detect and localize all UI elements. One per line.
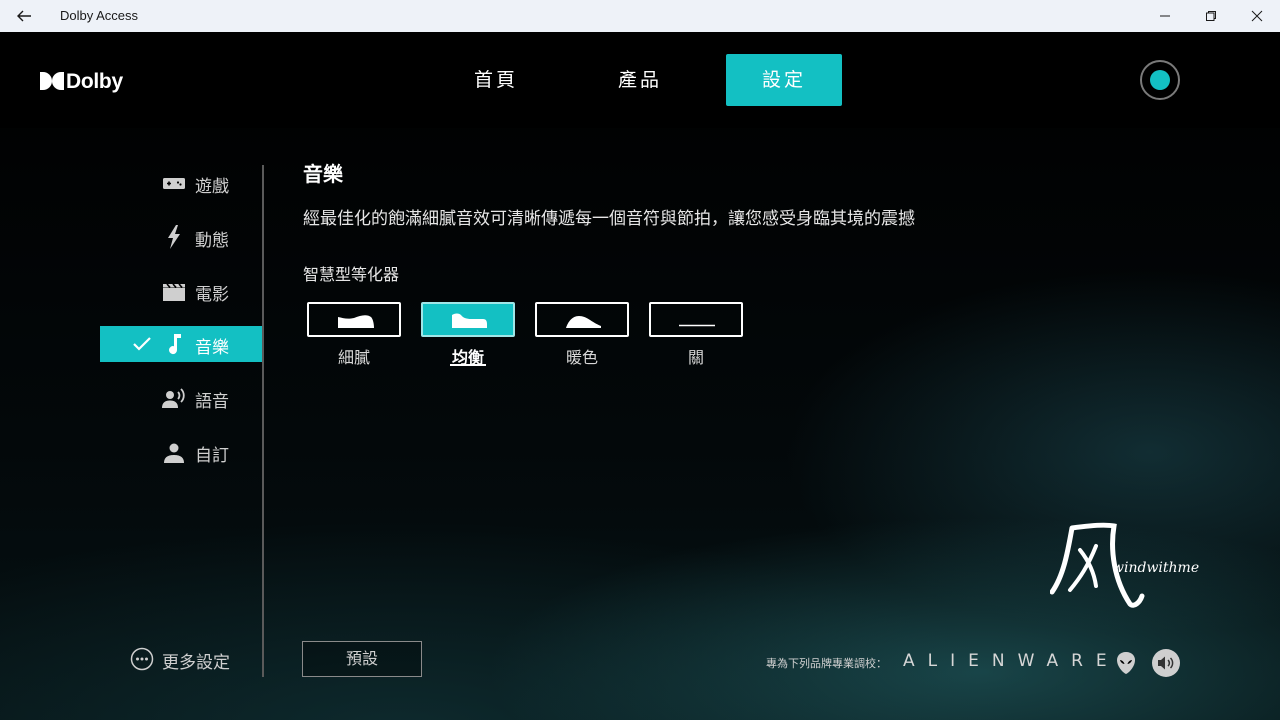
eq-option-balanced[interactable]: 均衡 [421, 302, 515, 382]
page-title: 音樂 [303, 162, 343, 186]
eq-curve-detailed-icon [338, 315, 374, 328]
sidebar-item-voice[interactable]: 語音 [100, 380, 262, 416]
tab-products[interactable]: 產品 [582, 54, 698, 106]
restore-icon [1206, 11, 1216, 21]
clapperboard-icon [163, 283, 185, 301]
watermark: windwithme [1049, 520, 1210, 610]
more-settings-label: 更多設定 [162, 653, 230, 673]
close-button[interactable] [1234, 0, 1280, 32]
main-area: Dolby 首頁 產品 設定 遊戲 動態 電影 音樂 語音 自訂 更多設定 音樂… [0, 32, 1280, 720]
dolby-double-d-icon [40, 72, 64, 90]
minimize-icon [1160, 15, 1170, 17]
brand-name: Dolby [66, 70, 123, 93]
speaker-icon [1158, 656, 1174, 670]
eq-option-detailed[interactable]: 細膩 [307, 302, 401, 382]
eq-curve-warm-icon [566, 316, 601, 328]
profile-status-dot [1150, 70, 1170, 90]
eq-option-warm[interactable]: 暖色 [535, 302, 629, 382]
person-icon [164, 443, 184, 463]
gamepad-icon [163, 178, 185, 189]
eq-option-label: 關 [687, 348, 704, 367]
sidebar-item-label: 遊戲 [195, 177, 229, 197]
sidebar-item-label: 音樂 [195, 338, 229, 358]
eq-curve-balanced-icon [452, 313, 487, 328]
sidebar-item-label: 電影 [195, 285, 229, 305]
app-header: Dolby 首頁 產品 設定 [0, 32, 1280, 128]
more-ellipsis-icon [130, 647, 154, 671]
tab-home[interactable]: 首頁 [438, 54, 554, 106]
sidebar-item-dynamic[interactable]: 動態 [100, 219, 262, 255]
title-bar: Dolby Access [0, 0, 1280, 32]
equalizer-section-title: 智慧型等化器 [303, 265, 400, 284]
preset-button[interactable]: 預設 [302, 641, 422, 677]
sidebar-item-label: 語音 [195, 392, 229, 412]
tuned-for-label: 專為下列品牌專業調校： [766, 657, 887, 670]
watermark-text: windwithme [1112, 560, 1200, 576]
sidebar-divider [262, 165, 264, 677]
selected-underline [450, 364, 486, 366]
music-note-icon [169, 334, 181, 355]
volume-button[interactable] [1152, 649, 1180, 677]
back-arrow-icon[interactable] [12, 4, 36, 28]
eq-option-box [421, 302, 515, 337]
page-description: 經最佳化的飽滿細膩音效可清晰傳遞每一個音符與節拍，讓您感受身臨其境的震撼 [303, 209, 915, 229]
lightning-icon [168, 225, 180, 249]
eq-option-off[interactable]: 關 [649, 302, 743, 382]
eq-option-box [307, 302, 401, 337]
eq-option-box [649, 302, 743, 337]
sidebar-item-music[interactable]: 音樂 [100, 326, 262, 362]
window-title: Dolby Access [60, 8, 139, 23]
voice-icon [162, 388, 185, 408]
sidebar-item-custom[interactable]: 自訂 [100, 434, 262, 470]
eq-curve-flat-icon [679, 324, 715, 327]
minimize-button[interactable] [1142, 0, 1188, 32]
eq-option-box [535, 302, 629, 337]
restore-button[interactable] [1188, 0, 1234, 32]
sidebar-item-game[interactable]: 遊戲 [100, 165, 262, 201]
tab-settings[interactable]: 設定 [726, 54, 842, 106]
profile-button[interactable] [1140, 60, 1180, 100]
alienware-head-icon [1117, 652, 1135, 674]
sidebar-item-label: 自訂 [195, 446, 229, 466]
checkmark-icon [133, 337, 151, 351]
dolby-access-window: Dolby Access Dolby 首頁 產品 設定 遊戲 動態 電影 音樂 … [0, 0, 1280, 720]
eq-option-label: 細膩 [337, 348, 370, 367]
sidebar-item-movie[interactable]: 電影 [100, 273, 262, 309]
eq-option-label: 暖色 [565, 348, 598, 367]
close-icon [1251, 10, 1263, 22]
sidebar-item-label: 動態 [195, 231, 229, 251]
alienware-wordmark: ALIENWARE [903, 651, 1120, 671]
